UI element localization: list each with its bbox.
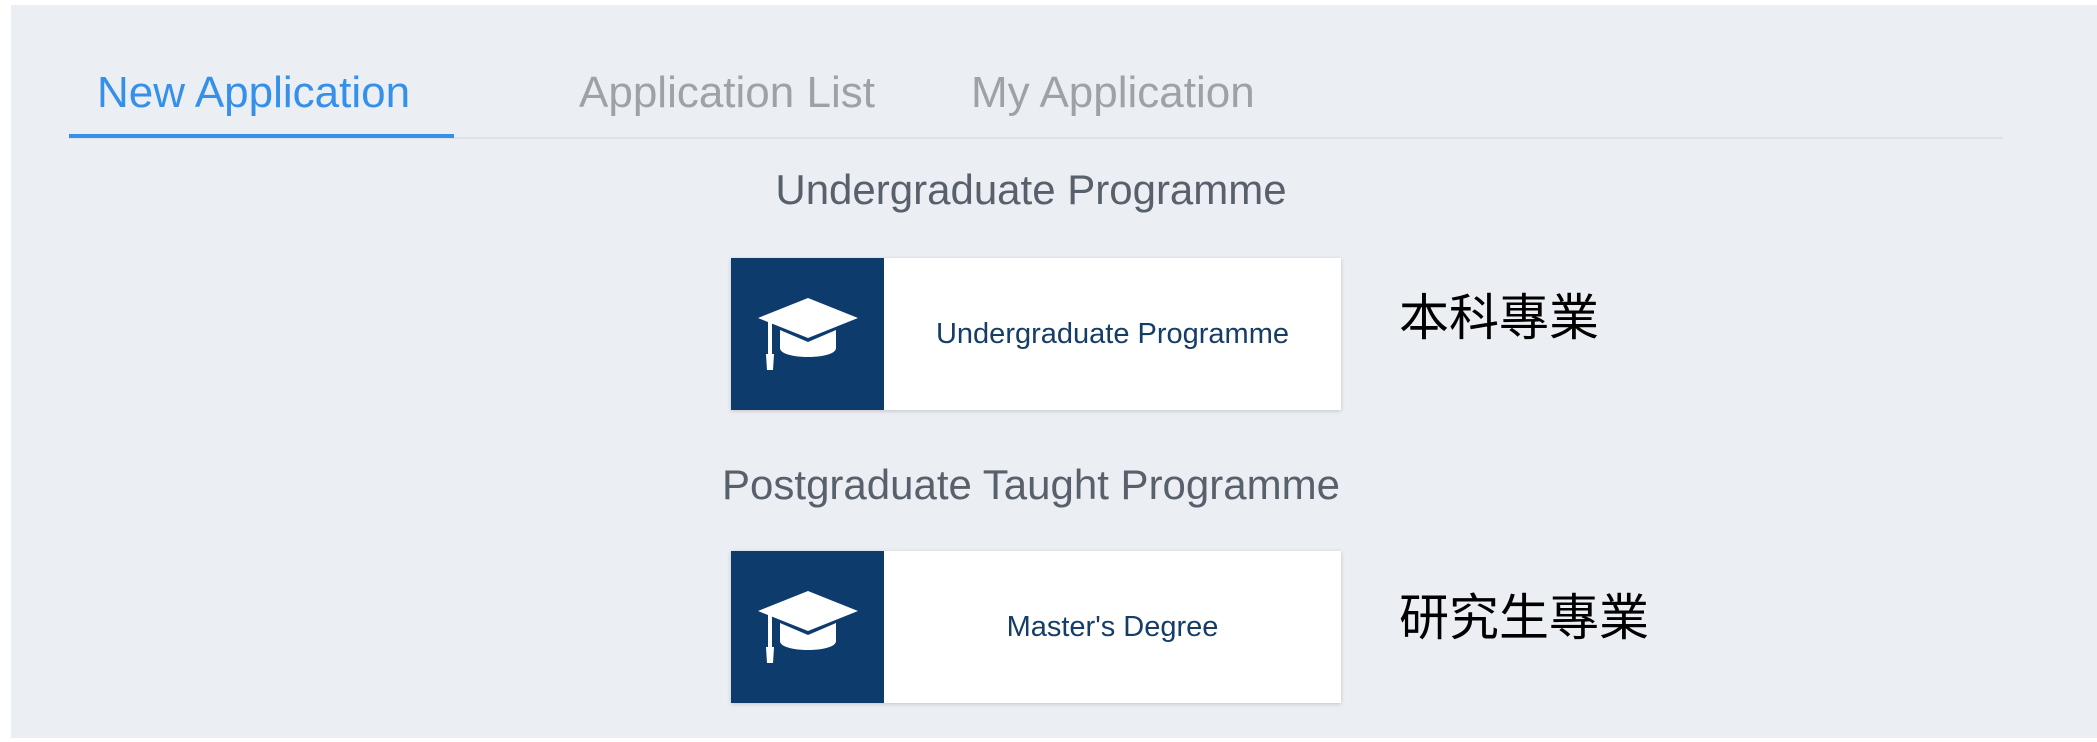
undergraduate-programme-card[interactable]: Undergraduate Programme — [731, 258, 1341, 410]
graduation-cap-icon — [731, 258, 884, 410]
postgraduate-note: 研究生專業 — [1399, 589, 1649, 647]
postgraduate-section-title: Postgraduate Taught Programme — [722, 461, 1340, 508]
tab-application-list[interactable]: Application List — [551, 52, 903, 138]
tab-new-application[interactable]: New Application — [69, 52, 454, 138]
tab-bar: New Application Application List My Appl… — [69, 52, 2003, 139]
masters-degree-card[interactable]: Master's Degree — [731, 551, 1341, 703]
graduation-cap-icon — [731, 551, 884, 703]
tab-my-application[interactable]: My Application — [943, 52, 1283, 138]
undergraduate-section-title: Undergraduate Programme — [775, 166, 1287, 213]
card-label: Master's Degree — [1006, 610, 1219, 643]
undergraduate-note: 本科專業 — [1399, 289, 1599, 347]
card-label: Undergraduate Programme — [935, 317, 1289, 350]
